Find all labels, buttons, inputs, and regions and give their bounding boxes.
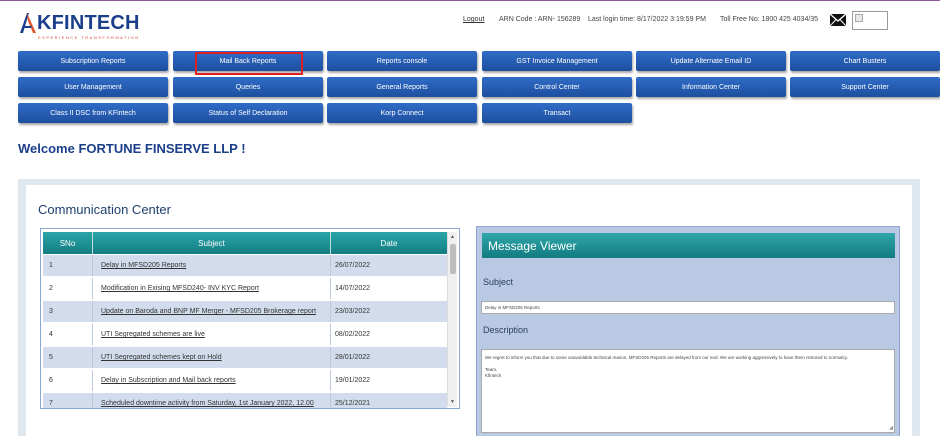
scroll-down-arrow-icon[interactable]: ▼ [450, 399, 455, 405]
nav-update-alternate-email[interactable]: Update Alternate Email ID [636, 51, 786, 71]
cell-date: 26/07/2022 [335, 262, 371, 269]
toll-free-number: Toll Free No: 1800 425 4034/35 [720, 16, 819, 23]
logo-tagline: EXPERIENCE TRANSFORMATION [38, 35, 140, 40]
table-row[interactable]: 4 UTI Segregated schemes are live 08/02/… [43, 324, 447, 346]
communication-table: SNo Subject Date 1 Delay in MFSD205 Repo… [40, 228, 460, 409]
scroll-up-arrow-icon[interactable]: ▲ [450, 234, 455, 240]
nav-information-center[interactable]: Information Center [636, 77, 786, 97]
cell-date: 14/07/2022 [335, 285, 371, 292]
last-login-time: Last login time: 8/17/2022 3:19:59 PM [588, 16, 706, 23]
cell-sno: 1 [43, 255, 93, 276]
cell-subject-link[interactable]: Update on Baroda and BNP MF Merger - MFS… [93, 301, 331, 322]
kfintech-logo[interactable]: KFINTECH EXPERIENCE TRANSFORMATION [18, 12, 140, 40]
description-line: We regret to inform you that due to some… [485, 355, 848, 360]
cell-sno: 5 [43, 347, 93, 368]
table-row[interactable]: 3 Update on Baroda and BNP MF Merger - M… [43, 301, 447, 323]
subject-field[interactable]: Delay in MFSD205 Reports [481, 301, 895, 314]
nav-subscription-reports[interactable]: Subscription Reports [18, 51, 168, 71]
nav-control-center[interactable]: Control Center [482, 77, 632, 97]
header: KFINTECH EXPERIENCE TRANSFORMATION Logou… [0, 1, 940, 47]
logout-link[interactable]: Logout [463, 16, 484, 23]
cell-subject-link[interactable]: Scheduled downtime activity from Saturda… [93, 393, 331, 408]
nav-gst-invoice-management[interactable]: GST Invoice Management [482, 51, 632, 71]
scroll-thumb[interactable] [450, 244, 456, 274]
cell-date: 19/01/2022 [335, 377, 371, 384]
description-label: Description [483, 325, 529, 335]
nav-mail-back-reports[interactable]: Mail Back Reports [173, 51, 323, 75]
cell-date: 23/03/2022 [335, 308, 371, 315]
column-header-sno[interactable]: SNo [43, 232, 93, 254]
cell-subject-link[interactable]: Delay in MFSD205 Reports [93, 255, 331, 276]
cell-subject-link[interactable]: Modification in Exising MFSD240- INV KYC… [93, 278, 331, 299]
cell-date: 28/01/2022 [335, 354, 371, 361]
table-header: SNo Subject Date [43, 232, 447, 254]
cell-sno: 6 [43, 370, 93, 391]
kfintech-logo-icon [18, 13, 36, 33]
nav-korp-connect[interactable]: Korp Connect [327, 103, 477, 123]
table-row[interactable]: 2 Modification in Exising MFSD240- INV K… [43, 278, 447, 300]
table-row[interactable]: 7 Scheduled downtime activity from Satur… [43, 393, 447, 408]
column-header-date[interactable]: Date [331, 232, 447, 254]
nav-general-reports[interactable]: General Reports [327, 77, 477, 97]
description-line: Kfintech [485, 373, 502, 378]
nav-user-management[interactable]: User Management [18, 77, 168, 97]
arn-code: ARN Code : ARN- 156289 [499, 16, 581, 23]
logo-text: KFINTECH [37, 12, 140, 34]
resize-grip-icon[interactable]: ◢ [889, 425, 893, 431]
welcome-message: Welcome FORTUNE FINSERVE LLP ! [18, 141, 246, 156]
table-row[interactable]: 5 UTI Segregated schemes kept on Hold 28… [43, 347, 447, 369]
nav-chart-busters[interactable]: Chart Busters [790, 51, 940, 71]
column-header-subject[interactable]: Subject [93, 232, 331, 254]
cell-date: 25/12/2021 [335, 400, 371, 407]
description-textarea[interactable]: We regret to inform you that due to some… [481, 349, 895, 433]
table-scrollbar[interactable]: ▲ ▼ [447, 232, 457, 407]
broken-image-placeholder [852, 11, 888, 30]
communication-center-title: Communication Center [38, 202, 171, 217]
cell-sno: 7 [43, 393, 93, 408]
cell-sno: 3 [43, 301, 93, 322]
cell-subject-link[interactable]: Delay in Subscription and Mail back repo… [93, 370, 331, 391]
subject-label: Subject [483, 277, 514, 287]
cell-sno: 2 [43, 278, 93, 299]
message-viewer-title: Message Viewer [482, 233, 895, 258]
nav-transact[interactable]: Transact [482, 103, 632, 123]
nav-reports-console[interactable]: Reports console [327, 51, 477, 71]
table-row[interactable]: 6 Delay in Subscription and Mail back re… [43, 370, 447, 392]
table-row[interactable]: 1 Delay in MFSD205 Reports 26/07/2022 [43, 255, 447, 277]
nav-status-self-declaration[interactable]: Status of Self Declaration [173, 103, 323, 123]
nav-queries[interactable]: Queries [173, 77, 323, 97]
cell-subject-link[interactable]: UTI Segregated schemes are live [93, 324, 331, 345]
cell-sno: 4 [43, 324, 93, 345]
envelope-icon[interactable] [829, 13, 847, 27]
nav-class-ii-dsc[interactable]: Class II DSC from KFintech [18, 103, 168, 123]
nav-support-center[interactable]: Support Center [790, 77, 940, 97]
cell-date: 08/02/2022 [335, 331, 371, 338]
cell-subject-link[interactable]: UTI Segregated schemes kept on Hold [93, 347, 331, 368]
